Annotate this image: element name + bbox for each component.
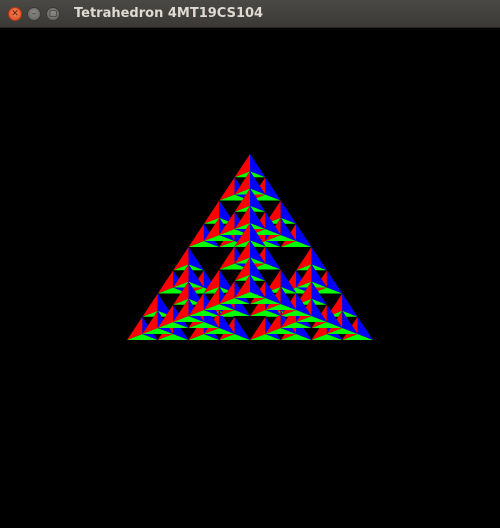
window-title: Tetrahedron 4MT19CS104: [74, 6, 264, 21]
gl-canvas[interactable]: [0, 28, 500, 528]
minimize-icon: –: [31, 8, 37, 19]
minimize-button[interactable]: –: [27, 7, 41, 21]
close-button[interactable]: ✕: [8, 7, 22, 21]
tetrahedron-gasket: [127, 154, 373, 340]
application-window: ✕ – ▢ Tetrahedron 4MT19CS104: [0, 0, 500, 528]
close-icon: ✕: [11, 8, 19, 19]
title-bar[interactable]: ✕ – ▢ Tetrahedron 4MT19CS104: [0, 0, 500, 28]
maximize-icon: ▢: [48, 8, 58, 19]
maximize-button[interactable]: ▢: [46, 7, 60, 21]
